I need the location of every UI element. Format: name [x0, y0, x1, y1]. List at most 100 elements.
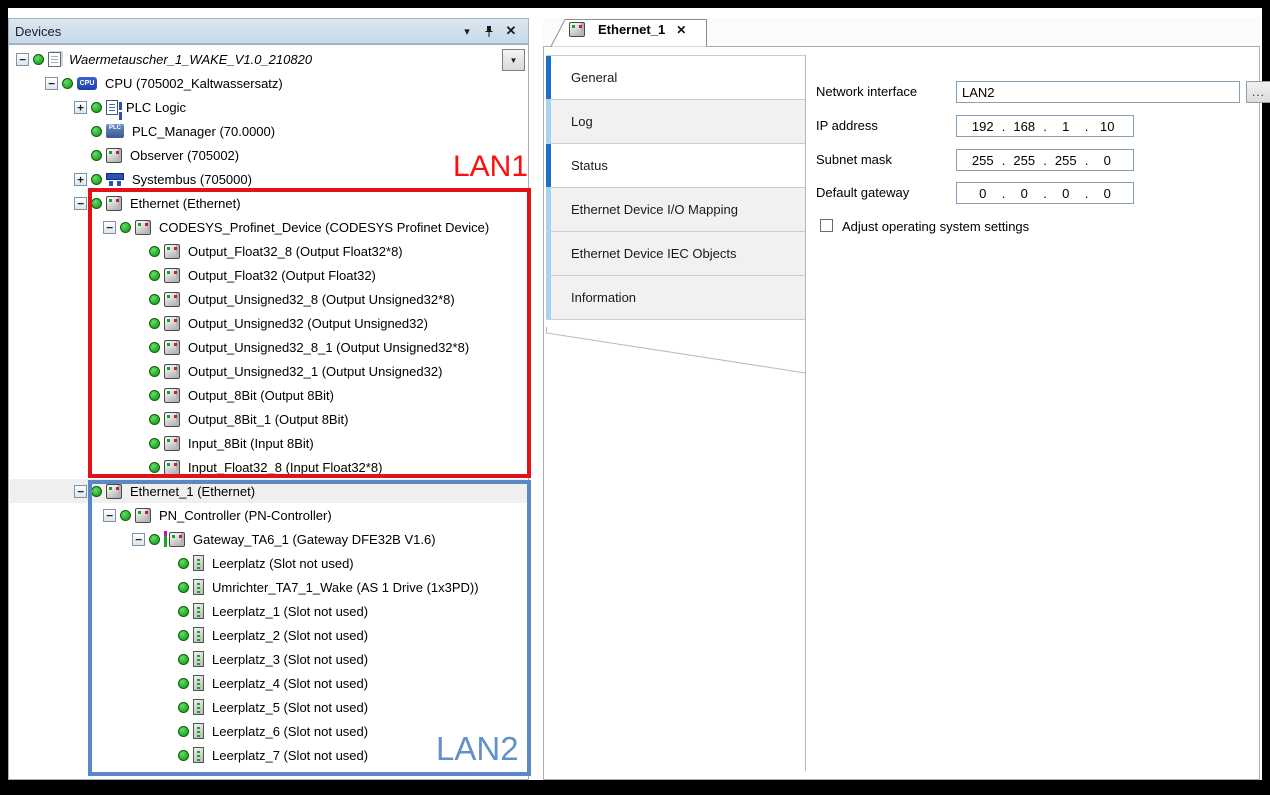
devices-panel: Devices ▾ ✕ −Waermetauscher_1_WAKE_V1.0_…: [8, 18, 529, 780]
tree-item-input_8bit[interactable]: Input_8Bit (Input 8Bit): [10, 431, 527, 455]
tree-item-label: Ethernet (Ethernet): [130, 196, 241, 211]
octet-separator: .: [1082, 186, 1092, 201]
editor-pane: Ethernet_1 ✕ GeneralLogStatusEthernet De…: [543, 18, 1260, 780]
tree-item-label: Leerplatz_1 (Slot not used): [212, 604, 368, 619]
tree-item-umrichter_ta7_1_wake[interactable]: Umrichter_TA7_1_Wake (AS 1 Drive (1x3PD)…: [10, 575, 527, 599]
tree-item-leerplatz_3[interactable]: Leerplatz_3 (Slot not used): [10, 647, 527, 671]
status-dot-icon: [149, 462, 160, 473]
tab-ethernet-device-i-o-mapping[interactable]: Ethernet Device I/O Mapping: [546, 188, 805, 232]
status-dot-icon: [149, 318, 160, 329]
tree-item-leerplatz_2[interactable]: Leerplatz_2 (Slot not used): [10, 623, 527, 647]
tree-item-leerplatz_6[interactable]: Leerplatz_6 (Slot not used): [10, 719, 527, 743]
status-dot-icon: [120, 510, 131, 521]
expand-toggle[interactable]: +: [74, 101, 87, 114]
status-dot-icon: [91, 198, 102, 209]
tree-item-observer[interactable]: Observer (705002): [10, 143, 527, 167]
device-icon: [164, 340, 180, 355]
tree-item-output_unsigned32_8_1[interactable]: Output_Unsigned32_8_1 (Output Unsigned32…: [10, 335, 527, 359]
status-dot-icon: [149, 270, 160, 281]
tree-item-plc[interactable]: +PLC Logic: [10, 95, 527, 119]
collapse-toggle[interactable]: −: [74, 485, 87, 498]
device-icon: [164, 412, 180, 427]
tab-information[interactable]: Information: [546, 276, 805, 320]
tree-item-output_float32_8[interactable]: Output_Float32_8 (Output Float32*8): [10, 239, 527, 263]
document-tab-close-button[interactable]: ✕: [676, 23, 686, 37]
tree-item-codesys_profinet_device[interactable]: −CODESYS_Profinet_Device (CODESYS Profin…: [10, 215, 527, 239]
status-dot-icon: [178, 726, 189, 737]
tree-item-systembus[interactable]: +Systembus (705000): [10, 167, 527, 191]
tree-item-output_8bit[interactable]: Output_8Bit (Output 8Bit): [10, 383, 527, 407]
panel-close-button[interactable]: ✕: [500, 22, 522, 40]
tree-item-label: Input_8Bit (Input 8Bit): [188, 436, 314, 451]
octet-value: 0: [1009, 186, 1041, 201]
collapse-toggle[interactable]: −: [45, 77, 58, 90]
octet-separator: .: [1040, 153, 1050, 168]
plclogic-icon: [106, 100, 118, 115]
tab-general[interactable]: General: [546, 56, 805, 100]
tab-status[interactable]: Status: [546, 144, 805, 188]
devices-panel-title: Devices: [15, 24, 456, 39]
tree-item-leerplatz[interactable]: Leerplatz (Slot not used): [10, 551, 527, 575]
collapse-toggle[interactable]: −: [132, 533, 145, 546]
tree-item-leerplatz_5[interactable]: Leerplatz_5 (Slot not used): [10, 695, 527, 719]
adjust-os-checkbox[interactable]: [820, 219, 833, 232]
tree-item-output_unsigned32_1[interactable]: Output_Unsigned32_1 (Output Unsigned32): [10, 359, 527, 383]
expand-toggle[interactable]: +: [74, 173, 87, 186]
tree-item-input_float32_8[interactable]: Input_Float32_8 (Input Float32*8): [10, 455, 527, 479]
device-icon: [164, 364, 180, 379]
cpu-icon: CPU: [77, 77, 97, 90]
status-dot-icon: [178, 678, 189, 689]
tree-item-leerplatz_7[interactable]: Leerplatz_7 (Slot not used): [10, 743, 527, 767]
tree-item-cpu[interactable]: −CPUCPU (705002_Kaltwassersatz): [10, 71, 527, 95]
tree-item-gateway_ta6_1[interactable]: −Gateway_TA6_1 (Gateway DFE32B V1.6): [10, 527, 527, 551]
tree-item-label: Leerplatz_7 (Slot not used): [212, 748, 368, 763]
tab-label: Log: [571, 114, 593, 129]
collapse-toggle[interactable]: −: [103, 221, 116, 234]
tree-item-output_unsigned32[interactable]: Output_Unsigned32 (Output Unsigned32): [10, 311, 527, 335]
slot-icon: [193, 651, 204, 667]
tree-item-label: Output_Float32_8 (Output Float32*8): [188, 244, 403, 259]
tree-item-output_unsigned32_8[interactable]: Output_Unsigned32_8 (Output Unsigned32*8…: [10, 287, 527, 311]
network-interface-value: LAN2: [962, 85, 995, 100]
tree-item-ethernet_1[interactable]: −Ethernet_1 (Ethernet): [10, 479, 527, 503]
octet-value: 255: [967, 153, 999, 168]
tree-item-leerplatz_4[interactable]: Leerplatz_4 (Slot not used): [10, 671, 527, 695]
network-interface-input[interactable]: LAN2: [956, 81, 1240, 103]
device-icon: [106, 484, 122, 499]
device-icon: [164, 244, 180, 259]
tree-item-waermetauscher_1_wake_v10_210820[interactable]: − Waermetauscher_1_WAKE_V1.0_210820: [10, 47, 527, 71]
ip-address-input[interactable]: 192.168.1.10: [956, 115, 1134, 137]
document-tab[interactable]: Ethernet_1 ✕: [549, 18, 709, 47]
tree-item-output_8bit_1[interactable]: Output_8Bit_1 (Output 8Bit): [10, 407, 527, 431]
tree-item-plc_manager[interactable]: PLCPLC_Manager (70.0000): [10, 119, 527, 143]
tree-item-leerplatz_1[interactable]: Leerplatz_1 (Slot not used): [10, 599, 527, 623]
collapse-toggle[interactable]: −: [103, 509, 116, 522]
device-tree: −Waermetauscher_1_WAKE_V1.0_210820−CPUCP…: [8, 44, 529, 780]
device-icon: [164, 316, 180, 331]
tree-item-ethernet[interactable]: − Ethernet (Ethernet): [10, 191, 527, 215]
document-tab-label: Ethernet_1: [598, 22, 665, 37]
status-dot-icon: [91, 174, 102, 185]
default-gateway-input[interactable]: 0.0.0.0: [956, 182, 1134, 204]
pin-icon: [484, 25, 494, 38]
status-dot-icon: [149, 246, 160, 257]
tab-ethernet-device-iec-objects[interactable]: Ethernet Device IEC Objects: [546, 232, 805, 276]
tree-item-pn_controller[interactable]: −PN_Controller (PN-Controller): [10, 503, 527, 527]
browse-button[interactable]: ...: [1246, 81, 1270, 103]
slot-icon: [193, 723, 204, 739]
status-dot-icon: [91, 102, 102, 113]
network-interface-label: Network interface: [816, 84, 917, 99]
app-window: Devices ▾ ✕ −Waermetauscher_1_WAKE_V1.0_…: [8, 8, 1262, 780]
slot-icon: [193, 699, 204, 715]
status-dot-icon: [149, 294, 160, 305]
subnet-mask-input[interactable]: 255.255.255.0: [956, 149, 1134, 171]
panel-dropdown-button[interactable]: ▾: [456, 22, 478, 40]
tree-item-output_float32[interactable]: Output_Float32 (Output Float32): [10, 263, 527, 287]
collapse-toggle[interactable]: −: [74, 197, 87, 210]
collapse-toggle[interactable]: −: [16, 53, 29, 66]
tree-item-label: Waermetauscher_1_WAKE_V1.0_210820: [69, 52, 312, 67]
tree-combo-button[interactable]: ▼: [502, 49, 525, 71]
tab-log[interactable]: Log: [546, 100, 805, 144]
panel-pin-icon[interactable]: [478, 22, 500, 40]
octet-value: 0: [1092, 186, 1124, 201]
